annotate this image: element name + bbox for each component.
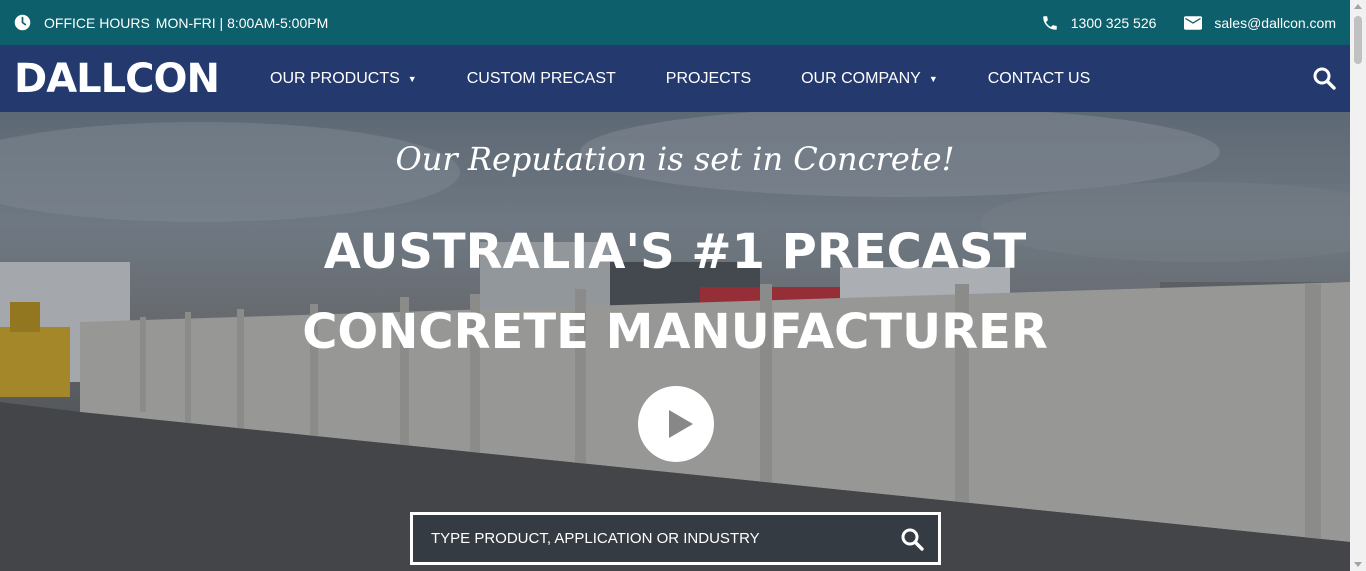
nav-our-products[interactable]: OUR PRODUCTS ▼ <box>270 70 417 88</box>
play-icon <box>669 410 693 438</box>
product-search-input[interactable] <box>413 515 886 562</box>
office-hours-label: OFFICE HOURS <box>44 14 150 31</box>
scroll-up-icon[interactable] <box>1354 4 1362 9</box>
office-hours: OFFICE HOURS MON-FRI | 8:00AM-5:00PM <box>14 14 328 31</box>
product-search-button[interactable] <box>886 515 938 562</box>
play-video-button[interactable] <box>638 386 714 462</box>
top-info-bar: OFFICE HOURS MON-FRI | 8:00AM-5:00PM 130… <box>0 0 1350 45</box>
nav-item-label: OUR COMPANY <box>801 69 921 87</box>
nav-our-company[interactable]: OUR COMPANY ▼ <box>801 70 938 88</box>
nav-item-label: CUSTOM PRECAST <box>466 69 616 87</box>
nav-projects[interactable]: PROJECTS <box>666 70 751 88</box>
search-icon <box>1313 67 1336 90</box>
hero-banner: Our Reputation is set in Concrete! AUSTR… <box>0 112 1350 571</box>
product-search <box>410 512 941 565</box>
nav-contact-us[interactable]: CONTACT US <box>988 70 1091 88</box>
search-toggle-button[interactable] <box>1312 66 1336 95</box>
search-icon <box>901 528 924 551</box>
email-link[interactable]: sales@dallcon.com <box>1184 15 1336 31</box>
phone-number[interactable]: 1300 325 526 <box>1071 15 1157 31</box>
nav-item-label: OUR PRODUCTS <box>270 69 400 87</box>
scroll-thumb[interactable] <box>1354 16 1362 64</box>
nav-item-label: CONTACT US <box>987 69 1091 87</box>
chevron-down-icon: ▼ <box>407 73 417 84</box>
hero-tagline: Our Reputation is set in Concrete! <box>395 140 955 178</box>
hero-headline: AUSTRALIA'S #1 PRECAST CONCRETE MANUFACT… <box>0 212 1350 372</box>
email-address[interactable]: sales@dallcon.com <box>1214 15 1336 31</box>
page-scrollbar[interactable] <box>1350 0 1366 571</box>
main-nav: OUR PRODUCTS ▼ CUSTOM PRECAST PROJECTS O… <box>270 70 1090 88</box>
site-logo[interactable]: DALLCON <box>14 59 230 99</box>
hero-headline-line: CONCRETE MANUFACTURER <box>302 304 1048 360</box>
clock-icon <box>14 14 31 31</box>
nav-item-label: PROJECTS <box>665 69 752 87</box>
scroll-down-icon[interactable] <box>1354 562 1362 567</box>
office-hours-value: MON-FRI | 8:00AM-5:00PM <box>155 14 329 31</box>
hero-headline-line: AUSTRALIA'S #1 PRECAST <box>323 224 1027 280</box>
main-navbar: DALLCON OUR PRODUCTS ▼ CUSTOM PRECAST PR… <box>0 45 1350 112</box>
phone-icon <box>1043 15 1057 30</box>
chevron-down-icon: ▼ <box>928 73 938 84</box>
phone-link[interactable]: 1300 325 526 <box>1041 14 1157 32</box>
mail-icon <box>1184 15 1203 30</box>
nav-custom-precast[interactable]: CUSTOM PRECAST <box>467 70 616 88</box>
